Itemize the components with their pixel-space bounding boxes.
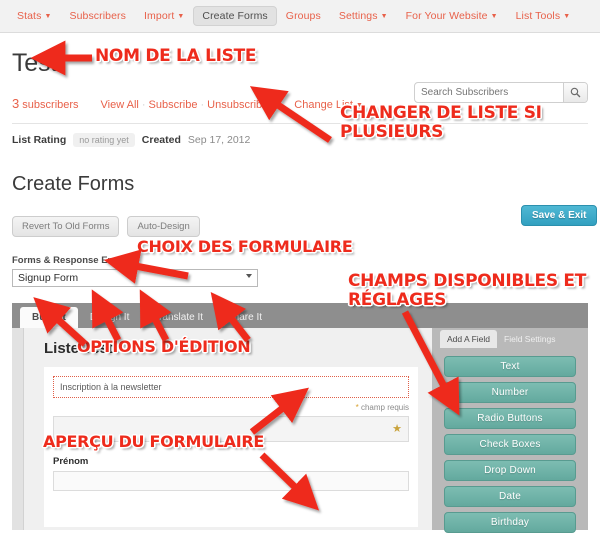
nav-label: For Your Website [405,10,488,22]
list-action-links: View All · Subscribe · Unsubscribe [101,99,269,111]
nav-label: Subscribers [69,10,127,22]
editor-body: Liste Test Inscription à la newsletter *… [12,328,588,533]
chevron-down-icon: ▼ [563,13,571,20]
nav-label: Stats [17,10,42,22]
required-note-label: champ requis [360,403,409,412]
change-list-dropdown[interactable]: Change List ▼ [294,99,363,111]
nav-label: Import [144,10,175,22]
required-field-note: * champ requis [53,403,409,412]
change-list-label: Change List [294,99,353,111]
subscriber-count-value: 3 [12,96,20,111]
preview-email-input[interactable]: ★ [53,416,409,442]
preview-prenom-input[interactable] [53,471,409,491]
chevron-down-icon: ▼ [177,13,185,20]
tab-share-it[interactable]: Share It [215,307,274,328]
tab-field-settings[interactable]: Field Settings [497,330,563,348]
nav-item-create-forms[interactable]: Create Forms [193,6,277,26]
field-button-radio-buttons[interactable]: Radio Buttons [444,408,576,429]
auto-design-button[interactable]: Auto-Design [127,216,200,237]
section-title-create-forms: Create Forms [12,173,135,195]
subscriber-count: 3 subscribers [12,96,79,111]
search-subscribers-box[interactable] [414,82,588,103]
nav-label: Groups [285,10,321,22]
form-preview-pane: Liste Test Inscription à la newsletter *… [12,328,432,530]
link-separator: · [141,99,146,111]
chevron-down-icon [246,274,252,278]
subscriber-count-word: subscribers [22,99,79,111]
link-view-all[interactable]: View All [101,99,139,111]
preview-form-heading: Liste Test [44,340,113,357]
search-icon [570,87,581,98]
field-button-date[interactable]: Date [444,486,576,507]
list-rating-badge: no rating yet [73,133,135,147]
nav-item-for-your-website[interactable]: For Your Website ▼ [397,6,507,26]
field-button-check-boxes[interactable]: Check Boxes [444,434,576,455]
nav-item-import[interactable]: Import ▼ [135,6,193,26]
preview-gutter [12,328,24,530]
top-navigation-bar: Stats ▼ Subscribers Import ▼ Create Forms … [0,0,600,33]
list-rating-row: List Rating no rating yet Created Sep 17… [12,133,588,147]
field-type-list: Text Number Radio Buttons Check Boxes Dr… [432,348,588,533]
link-unsubscribe[interactable]: Unsubscribe [207,99,268,111]
editor-tab-bar: Build It Design It Translate It Share It [12,303,588,328]
nav-label: Settings [338,10,378,22]
nav-item-subscribers[interactable]: Subscribers [60,6,135,26]
tab-build-it[interactable]: Build It [20,307,78,328]
field-button-text[interactable]: Text [444,356,576,377]
created-label: Created [141,134,181,146]
nav-label: Create Forms [202,10,268,22]
list-rating-label: List Rating [12,134,67,146]
divider [12,123,588,124]
revert-to-old-forms-button[interactable]: Revert To Old Forms [12,216,120,237]
field-button-number[interactable]: Number [444,382,576,403]
star-icon: ★ [392,423,402,435]
forms-select-value: Signup Form [18,272,79,284]
field-button-birthday[interactable]: Birthday [444,512,576,533]
tab-design-it[interactable]: Design It [78,307,141,328]
nav-item-stats[interactable]: Stats ▼ [8,6,60,26]
chevron-down-icon: ▼ [380,13,388,20]
fields-panel: Add A Field Field Settings Text Number R… [432,328,588,533]
link-subscribe[interactable]: Subscribe [149,99,198,111]
forms-select-label: Forms & Response Emails [12,255,132,266]
nav-item-settings[interactable]: Settings ▼ [330,6,397,26]
tab-add-a-field[interactable]: Add A Field [440,330,498,348]
required-star-icon: * [355,403,359,412]
chevron-down-icon: ▼ [356,102,363,109]
nav-item-list-tools[interactable]: List Tools ▼ [507,6,580,26]
preview-form-card: Inscription à la newsletter * champ requ… [44,367,418,527]
created-value: Sep 17, 2012 [187,134,251,146]
preview-field-label-prenom: Prénom [53,456,89,467]
chevron-down-icon: ▼ [44,13,52,20]
field-button-drop-down[interactable]: Drop Down [444,460,576,481]
forms-select[interactable]: Signup Form [12,269,258,287]
tab-translate-it[interactable]: Translate It [141,307,215,328]
link-separator: · [200,99,205,111]
tabs-wrapper: Build It Design It Translate It Share It… [0,303,600,533]
search-input[interactable] [415,83,563,102]
nav-item-groups[interactable]: Groups [277,6,330,26]
page-title: Test [12,49,58,77]
chevron-down-icon: ▼ [490,13,498,20]
nav-label: List Tools [515,10,561,22]
preview-header-field[interactable]: Inscription à la newsletter [53,376,409,398]
search-button[interactable] [563,83,587,102]
save-and-exit-button[interactable]: Save & Exit [521,205,598,226]
form-action-buttons: Revert To Old Forms Auto-Design [12,216,588,237]
fields-panel-tabs: Add A Field Field Settings [432,328,588,348]
